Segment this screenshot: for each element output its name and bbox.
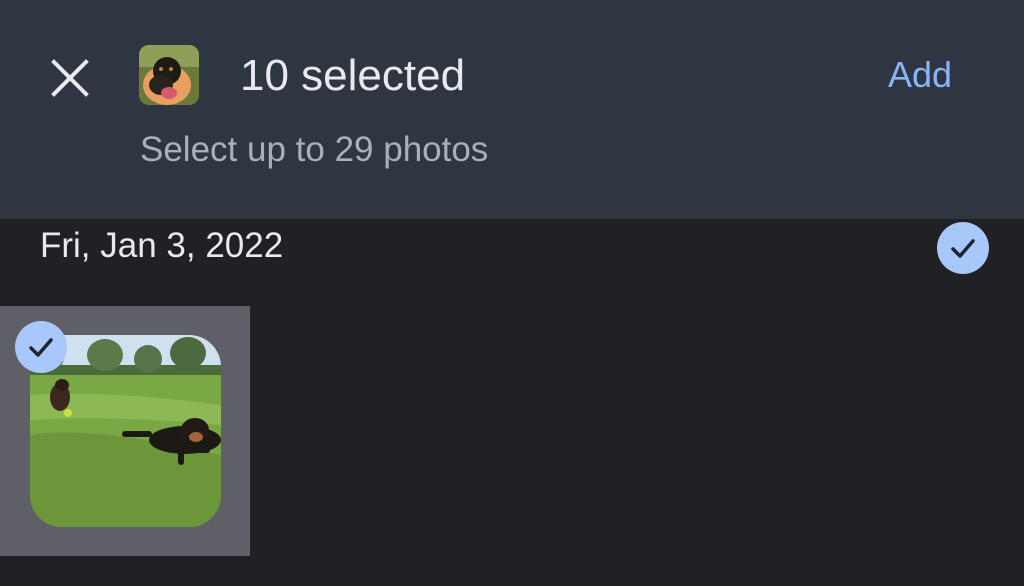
- add-button[interactable]: Add: [888, 52, 952, 98]
- dog-thumbnail-image: [139, 45, 199, 105]
- check-icon: [29, 338, 53, 357]
- selection-count-title: 10 selected: [240, 51, 466, 100]
- select-all-date-checkbox[interactable]: [937, 222, 989, 274]
- check-icon: [951, 239, 975, 258]
- date-section-heading: Fri, Jan 3, 2022: [40, 226, 284, 265]
- album-thumbnail: [139, 45, 199, 105]
- photo-selected-checkbox[interactable]: [15, 321, 67, 373]
- close-icon: [51, 59, 89, 97]
- close-button[interactable]: [44, 52, 96, 104]
- selection-limit-subtitle: Select up to 29 photos: [140, 130, 489, 169]
- selection-header: 10 selected Select up to 29 photos Add: [0, 0, 1024, 219]
- photo-picker-screen: 10 selected Select up to 29 photos Add F…: [0, 0, 1024, 586]
